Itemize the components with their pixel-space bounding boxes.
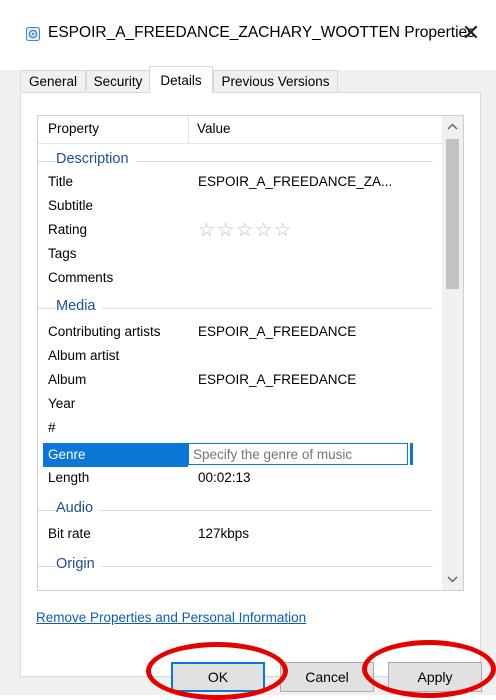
- remove-properties-link[interactable]: Remove Properties and Personal Informati…: [36, 610, 306, 625]
- row-track-number[interactable]: #: [38, 417, 442, 441]
- dialog-body: General Security Details Previous Versio…: [0, 66, 496, 700]
- text-cursor: [410, 443, 413, 465]
- property-label: Subtitle: [48, 198, 94, 213]
- property-label: Length: [48, 470, 90, 485]
- properties-list[interactable]: Property Value Description Title ESPOIR_…: [37, 115, 464, 591]
- row-tags[interactable]: Tags: [38, 243, 442, 267]
- row-length[interactable]: Length 00:02:13: [38, 467, 442, 491]
- list-header: Property Value: [38, 116, 442, 144]
- chevron-up-icon: [447, 123, 458, 130]
- row-title[interactable]: Title ESPOIR_A_FREEDANCE_ZA...: [38, 171, 442, 195]
- property-label: #: [48, 420, 56, 435]
- group-header-audio: Audio: [56, 500, 100, 516]
- property-value[interactable]: 00:02:13: [198, 470, 251, 485]
- group-header-origin: Origin: [56, 556, 101, 572]
- property-value[interactable]: ESPOIR_A_FREEDANCE_ZA...: [198, 174, 392, 189]
- column-header-value[interactable]: Value: [197, 121, 231, 136]
- close-button[interactable]: ✕: [456, 18, 486, 48]
- cancel-button[interactable]: Cancel: [280, 662, 374, 692]
- tab-details[interactable]: Details: [149, 66, 213, 93]
- tab-details-label: Details: [160, 72, 202, 88]
- tab-security-label: Security: [93, 73, 143, 89]
- row-genre[interactable]: Genre: [38, 443, 442, 467]
- property-label: Title: [48, 174, 74, 189]
- scroll-up-button[interactable]: [442, 116, 463, 137]
- property-value[interactable]: ESPOIR_A_FREEDANCE: [198, 324, 356, 339]
- vertical-scrollbar[interactable]: [442, 116, 463, 590]
- column-divider[interactable]: [188, 116, 189, 143]
- property-label: Tags: [48, 246, 77, 261]
- column-header-property[interactable]: Property: [48, 121, 99, 136]
- row-comments[interactable]: Comments: [38, 267, 442, 291]
- property-label: Contributing artists: [48, 324, 161, 339]
- group-header-description: Description: [56, 151, 135, 167]
- property-value[interactable]: 127kbps: [198, 526, 249, 541]
- tab-security[interactable]: Security: [86, 70, 150, 91]
- row-contributing-artists[interactable]: Contributing artists ESPOIR_A_FREEDANCE: [38, 321, 442, 345]
- apply-button[interactable]: Apply: [388, 662, 482, 692]
- row-rating[interactable]: Rating ☆☆☆☆☆: [38, 219, 442, 243]
- tab-general-label: General: [28, 73, 78, 89]
- property-label: Rating: [48, 222, 88, 237]
- group-description: Description: [38, 148, 442, 172]
- rating-stars[interactable]: ☆☆☆☆☆: [198, 219, 293, 242]
- details-panel: Property Value Description Title ESPOIR_…: [20, 92, 481, 677]
- tab-previous-versions[interactable]: Previous Versions: [213, 70, 338, 91]
- row-year[interactable]: Year: [38, 393, 442, 417]
- cancel-button-label: Cancel: [305, 669, 349, 685]
- property-label: Bit rate: [48, 526, 91, 541]
- property-label: Genre: [43, 443, 188, 467]
- title-bar: ESPOIR_A_FREEDANCE_ZACHARY_WOOTTEN Prope…: [0, 0, 496, 70]
- property-label: Album: [48, 372, 87, 387]
- row-bit-rate[interactable]: Bit rate 127kbps: [38, 523, 442, 547]
- group-audio: Audio: [38, 497, 442, 521]
- tab-previous-versions-label: Previous Versions: [221, 73, 330, 89]
- genre-input[interactable]: [188, 443, 408, 465]
- ok-button-label: OK: [207, 669, 229, 685]
- audio-file-icon: [26, 27, 40, 41]
- property-label: Album artist: [48, 348, 120, 363]
- window-title: ESPOIR_A_FREEDANCE_ZACHARY_WOOTTEN Prope…: [48, 24, 475, 41]
- property-label: Year: [48, 396, 76, 411]
- scrollbar-thumb[interactable]: [446, 139, 459, 289]
- apply-button-label: Apply: [417, 669, 453, 685]
- property-value[interactable]: ESPOIR_A_FREEDANCE: [198, 372, 356, 387]
- group-origin: Origin: [38, 553, 442, 577]
- chevron-down-icon: [447, 576, 458, 583]
- tab-general[interactable]: General: [20, 70, 86, 91]
- group-media: Media: [38, 295, 442, 319]
- group-header-media: Media: [56, 298, 102, 314]
- row-album-artist[interactable]: Album artist: [38, 345, 442, 369]
- scroll-down-button[interactable]: [442, 569, 463, 590]
- row-subtitle[interactable]: Subtitle: [38, 195, 442, 219]
- property-label: Comments: [48, 270, 114, 285]
- row-album[interactable]: Album ESPOIR_A_FREEDANCE: [38, 369, 442, 393]
- close-icon: ✕: [461, 20, 481, 45]
- ok-button[interactable]: OK: [171, 662, 265, 692]
